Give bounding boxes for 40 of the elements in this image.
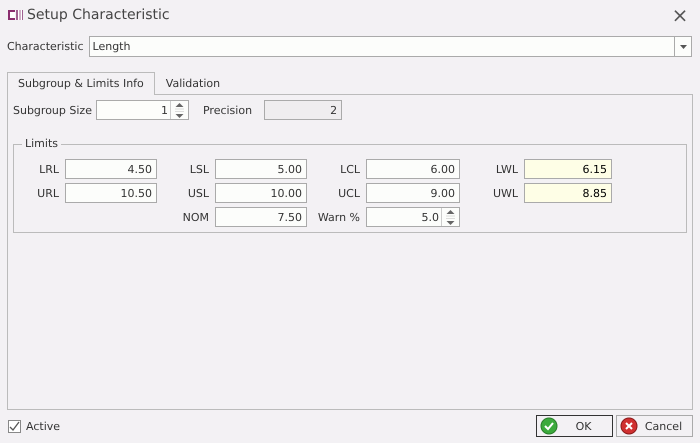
field-label: LCL	[339, 162, 360, 176]
field-label: Characteristic	[7, 40, 84, 53]
input-field[interactable]: 4.50	[65, 159, 157, 179]
active-checkbox[interactable]	[8, 420, 21, 432]
checkmark-icon	[8, 420, 21, 432]
field-label: URL	[36, 186, 59, 200]
field-label: LWL	[494, 162, 518, 176]
field-label: LSL	[188, 162, 209, 176]
field-label: Precision	[202, 104, 252, 116]
input-field[interactable]: 5.00	[215, 159, 307, 179]
field-label: Warn %	[316, 210, 360, 224]
ok-button[interactable]: OK	[536, 415, 613, 437]
input-field[interactable]: 7.50	[215, 207, 307, 227]
check-icon	[540, 417, 558, 435]
tab[interactable]: Validation	[154, 73, 232, 94]
field-label: USL	[186, 186, 209, 200]
spin-field[interactable]: 1	[96, 100, 189, 120]
cancel-button[interactable]: Cancel	[616, 415, 693, 437]
field-label: Subgroup Size	[13, 104, 92, 116]
group-title: Limits	[22, 137, 61, 150]
window-title: Setup Characteristic	[27, 7, 171, 23]
input-field[interactable]: 10.50	[65, 183, 157, 203]
checkbox-label: Active	[26, 420, 60, 432]
app-logo-icon	[8, 9, 23, 21]
spin-field[interactable]: 5.0	[366, 207, 460, 227]
field-label: UCL	[337, 186, 360, 200]
input-field[interactable]: 6.15	[524, 159, 612, 179]
input-field[interactable]: 10.00	[215, 183, 307, 203]
cancel-icon	[620, 417, 638, 435]
input-field[interactable]: 6.00	[366, 159, 460, 179]
field-label: UWL	[492, 186, 518, 200]
input-field[interactable]: 8.85	[524, 183, 612, 203]
input-field[interactable]: 9.00	[366, 183, 460, 203]
tab[interactable]: Subgroup & Limits Info	[7, 72, 155, 95]
readonly-field: 2	[264, 100, 342, 120]
field-label: LRL	[38, 162, 59, 176]
close-button[interactable]: ×	[665, 1, 695, 29]
caret-icon	[680, 44, 686, 48]
field-label: NOM	[182, 210, 209, 224]
characteristic-dropdown[interactable]: Length	[88, 36, 692, 57]
